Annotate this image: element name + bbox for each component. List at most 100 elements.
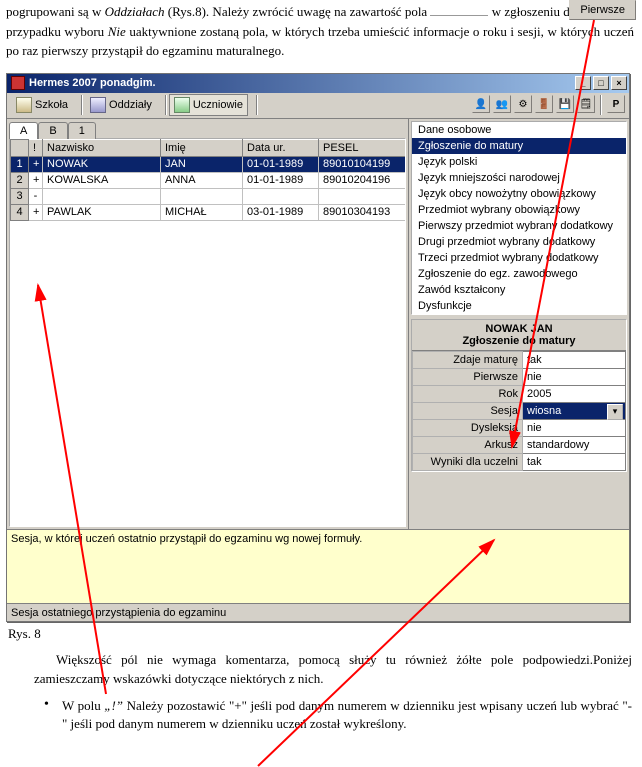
minimize-button[interactable]: _ xyxy=(575,76,591,90)
section-item[interactable]: Język obcy nowożytny obowiązkowy xyxy=(412,186,626,202)
cell-mark[interactable]: - xyxy=(29,188,43,204)
section-item[interactable]: Zawód kształcony xyxy=(412,282,626,298)
door-icon[interactable]: 🚪 xyxy=(535,95,553,113)
section-item[interactable]: Dysfunkcje xyxy=(412,298,626,314)
close-button[interactable]: × xyxy=(611,76,627,90)
hdr-data[interactable]: Data ur. xyxy=(243,139,319,156)
details-panel: NOWAK JAN Zgłoszenie do matury Zdaje mat… xyxy=(411,319,627,472)
cell-mark[interactable]: + xyxy=(29,172,43,188)
em-mark: „!” xyxy=(104,698,123,713)
txt: Należy pozostawić "+" jeśli pod danym nu… xyxy=(62,698,632,732)
hdr-nazwisko[interactable]: Nazwisko xyxy=(43,139,161,156)
classes-icon xyxy=(90,97,106,113)
cell-nazwisko[interactable] xyxy=(43,188,161,204)
cell-mark[interactable]: + xyxy=(29,156,43,172)
detail-key: Dysleksja xyxy=(413,419,523,436)
students-icon xyxy=(174,97,190,113)
gear-icon[interactable]: ⚙ xyxy=(514,95,532,113)
cell-pesel[interactable]: 89010204196 xyxy=(319,172,407,188)
app-window: Hermes 2007 ponadgim. _ □ × Szkoła Oddzi… xyxy=(6,73,630,622)
alpha-tab-b[interactable]: B xyxy=(38,122,67,139)
cell-data[interactable] xyxy=(243,188,319,204)
cell-data[interactable]: 03-01-1989 xyxy=(243,204,319,220)
section-item[interactable]: Pierwszy przedmiot wybrany dodatkowy xyxy=(412,218,626,234)
row-number: 3 xyxy=(11,188,29,204)
cell-imie[interactable]: ANNA xyxy=(161,172,243,188)
alpha-tab-a[interactable]: A xyxy=(9,122,38,139)
detail-row: Sesjawiosna xyxy=(413,402,626,419)
people-icon[interactable]: 👥 xyxy=(493,95,511,113)
alpha-tab-1[interactable]: 1 xyxy=(68,122,96,139)
save-icon[interactable]: 💾 xyxy=(556,95,574,113)
section-item[interactable]: Język polski xyxy=(412,154,626,170)
toolbar-szkola[interactable]: Szkoła xyxy=(11,94,73,116)
cell-imie[interactable]: JAN xyxy=(161,156,243,172)
cell-pesel[interactable]: 89010104199 xyxy=(319,156,407,172)
table-row[interactable]: 2+KOWALSKAANNA01-01-198989010204196 xyxy=(11,172,407,188)
toolbar-uczniowie[interactable]: Uczniowie xyxy=(169,94,248,116)
detail-value[interactable]: nie xyxy=(523,419,626,436)
left-pane: A B 1 ! Nazwisko Imię Data ur. PESEL xyxy=(7,119,409,529)
school-icon xyxy=(16,97,32,113)
cell-data[interactable]: 01-01-1989 xyxy=(243,172,319,188)
app-icon xyxy=(11,76,25,90)
detail-value[interactable]: nie xyxy=(523,368,626,385)
person-icon[interactable]: 👤 xyxy=(472,95,490,113)
grid-header-row: ! Nazwisko Imię Data ur. PESEL xyxy=(11,139,407,156)
detail-key: Sesja xyxy=(413,402,523,419)
section-item[interactable]: Drugi przedmiot wybrany dodatkowy xyxy=(412,234,626,250)
calc-icon[interactable]: 🗒 xyxy=(577,95,595,113)
section-item[interactable]: Przedmiot wybrany obowiązkowy xyxy=(412,202,626,218)
details-name: NOWAK JAN xyxy=(485,323,552,335)
cell-imie[interactable]: MICHAŁ xyxy=(161,204,243,220)
detail-value[interactable]: tak xyxy=(523,453,626,470)
lbl: Szkoła xyxy=(35,99,68,111)
detail-value-combo[interactable]: wiosna xyxy=(523,402,626,419)
hdr-imie[interactable]: Imię xyxy=(161,139,243,156)
cell-nazwisko[interactable]: NOWAK xyxy=(43,156,161,172)
em-nie: Nie xyxy=(108,24,126,39)
detail-row: Dysleksjanie xyxy=(413,419,626,436)
cell-nazwisko[interactable]: PAWLAK xyxy=(43,204,161,220)
txt: pogrupowani są w xyxy=(6,4,105,19)
toolbar-divider xyxy=(600,95,602,115)
details-table: Zdaje maturętakPierwszenieRok2005Sesjawi… xyxy=(412,351,626,471)
details-header: NOWAK JAN Zgłoszenie do matury xyxy=(412,320,626,351)
section-item[interactable]: Dane osobowe xyxy=(412,122,626,138)
detail-value[interactable]: 2005 xyxy=(523,385,626,402)
field-placeholder xyxy=(430,15,488,16)
detail-row: Zdaje maturętak xyxy=(413,351,626,368)
cell-data[interactable]: 01-01-1989 xyxy=(243,156,319,172)
sections-list[interactable]: Dane osoboweZgłoszenie do maturyJęzyk po… xyxy=(411,121,627,315)
details-section: Zgłoszenie do matury xyxy=(462,335,575,347)
detail-row: Rok2005 xyxy=(413,385,626,402)
cell-pesel[interactable] xyxy=(319,188,407,204)
cell-mark[interactable]: + xyxy=(29,204,43,220)
hdr-mark[interactable]: ! xyxy=(29,139,43,156)
hdr-pesel[interactable]: PESEL xyxy=(319,139,407,156)
pierwsze-callout-button[interactable]: Pierwsze xyxy=(569,0,636,20)
toolbar-p-button[interactable]: P xyxy=(607,95,625,113)
maximize-button[interactable]: □ xyxy=(593,76,609,90)
alpha-tabs: A B 1 xyxy=(7,119,408,138)
detail-value[interactable]: standardowy xyxy=(523,436,626,453)
cell-nazwisko[interactable]: KOWALSKA xyxy=(43,172,161,188)
detail-value[interactable]: tak xyxy=(523,351,626,368)
table-row[interactable]: 1+NOWAKJAN01-01-198989010104199 xyxy=(11,156,407,172)
row-number: 2 xyxy=(11,172,29,188)
section-item[interactable]: Język mniejszości narodowej xyxy=(412,170,626,186)
row-number: 1 xyxy=(11,156,29,172)
bullet-1: W polu „!” Należy pozostawić "+" jeśli p… xyxy=(0,695,642,737)
content-area: A B 1 ! Nazwisko Imię Data ur. PESEL xyxy=(7,119,629,529)
table-row[interactable]: 4+PAWLAKMICHAŁ03-01-198989010304193 xyxy=(11,204,407,220)
cell-imie[interactable] xyxy=(161,188,243,204)
section-item[interactable]: Zgłoszenie do matury xyxy=(412,138,626,154)
section-item[interactable]: Trzeci przedmiot wybrany dodatkowy xyxy=(412,250,626,266)
students-grid[interactable]: ! Nazwisko Imię Data ur. PESEL 1+NOWAKJA… xyxy=(9,138,406,527)
em-oddzialach: Oddziałach xyxy=(105,4,165,19)
section-item[interactable]: Zgłoszenie do egz. zawodowego xyxy=(412,266,626,282)
right-pane: Dane osoboweZgłoszenie do maturyJęzyk po… xyxy=(409,119,629,529)
cell-pesel[interactable]: 89010304193 xyxy=(319,204,407,220)
table-row[interactable]: 3- xyxy=(11,188,407,204)
toolbar-oddzialy[interactable]: Oddziały xyxy=(85,94,157,116)
